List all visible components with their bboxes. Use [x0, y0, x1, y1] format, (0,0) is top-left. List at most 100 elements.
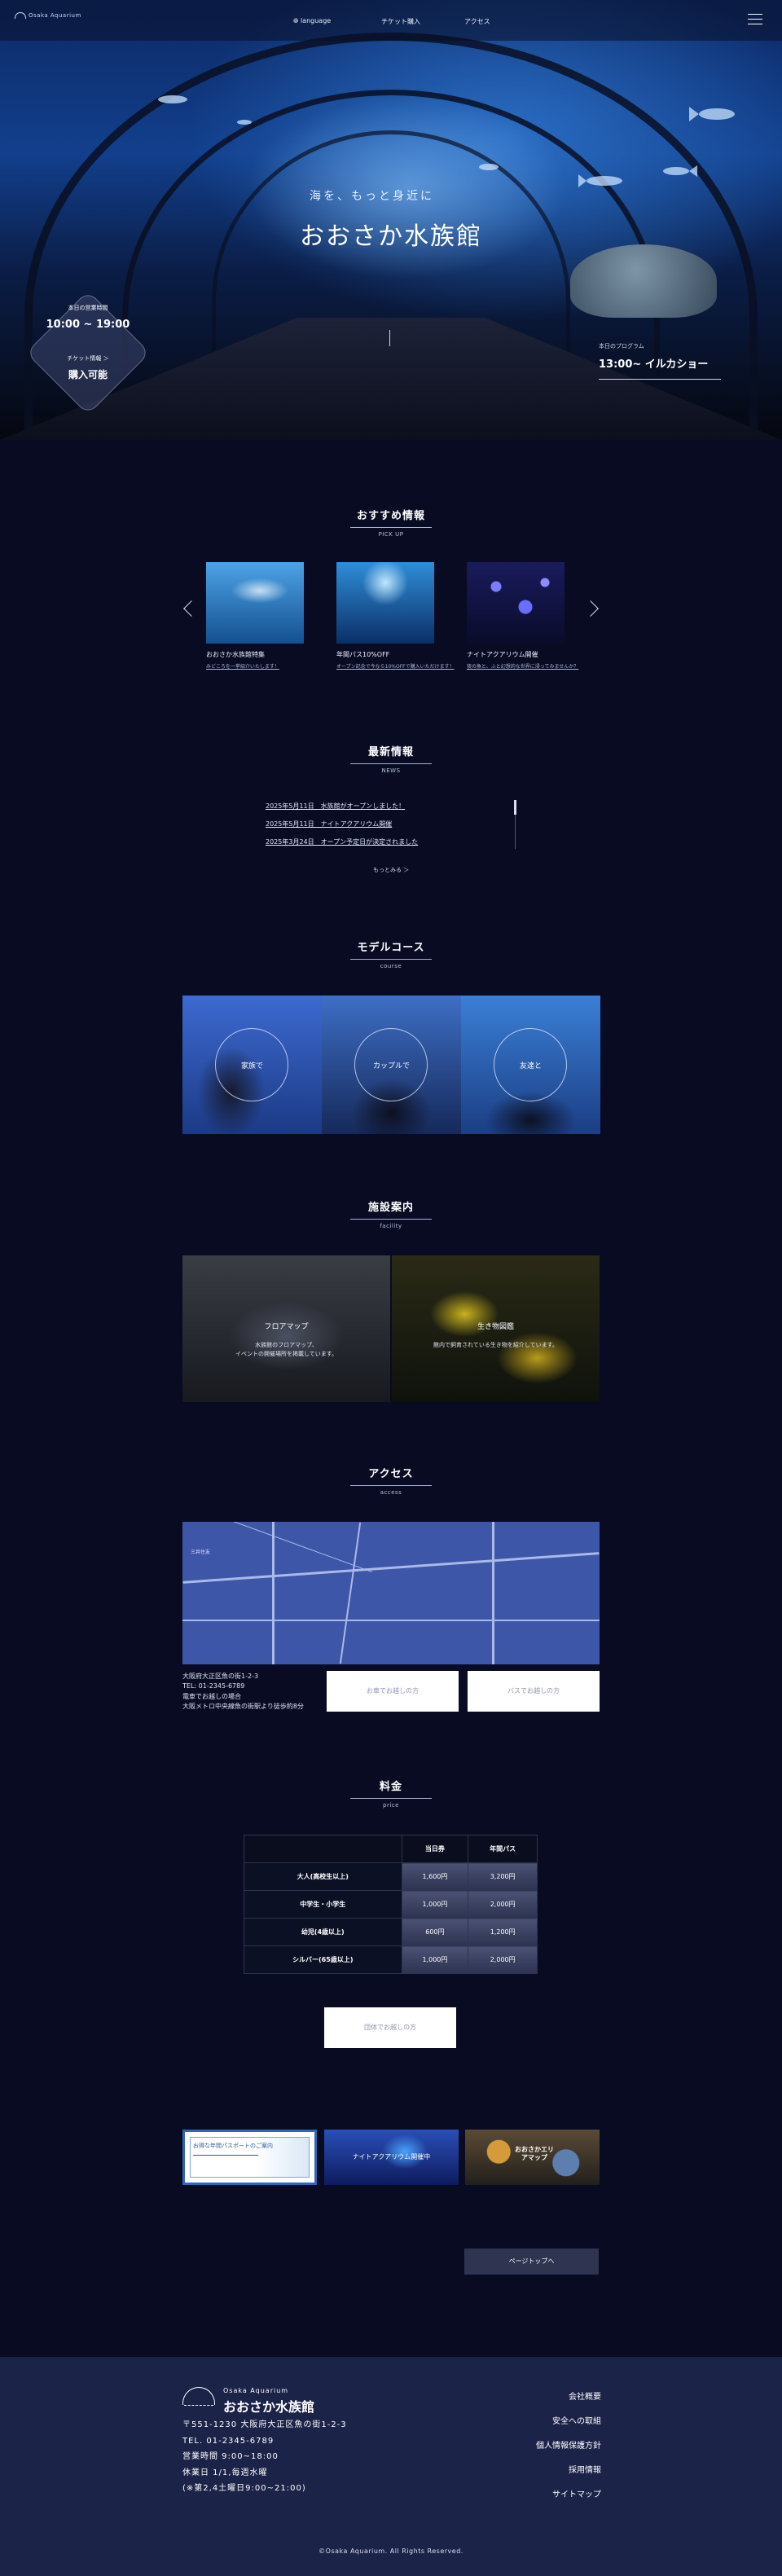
program-value: 13:00~ イルカショー — [599, 358, 709, 371]
pickup-card[interactable]: ナイトアクアリウム開催 夜の魚と、ふと幻想的な世界に浸ってみませんか？ — [467, 562, 579, 670]
news-scrollbar[interactable] — [514, 800, 516, 849]
heading-underline — [350, 959, 432, 960]
banner-text: おおさかエリアマップ — [515, 2146, 554, 2162]
table-header-row: 当日券 年間パス — [244, 1835, 538, 1863]
access-map[interactable]: 三井住友 — [182, 1522, 600, 1664]
facility-card-title: フロアマップ — [264, 1323, 309, 1331]
map-road — [492, 1522, 494, 1664]
table-header: 年間パス — [468, 1835, 538, 1863]
course-card-couple[interactable]: カップルで — [322, 996, 461, 1134]
course-card-friends[interactable]: 友達と — [461, 996, 600, 1134]
program-label: 本日のプログラム — [599, 343, 644, 349]
table-header: 当日券 — [401, 1835, 469, 1863]
price-heading: 料金 price — [310, 1778, 472, 1809]
address-tel: TEL: 01-2345-6789 — [182, 1682, 245, 1690]
facility-card-encyclopedia[interactable]: 生き物図鑑 館内で飼育されている生き物を紹介しています。 — [392, 1255, 600, 1402]
pickup-image-jellyfish — [467, 562, 565, 644]
row-label: 幼児(4歳以上) — [244, 1918, 402, 1946]
carousel-next-icon[interactable] — [582, 600, 599, 617]
group-visit-button[interactable]: 団体でお越しの方 — [324, 2007, 456, 2048]
course-heading: モデルコース course — [310, 939, 472, 969]
facility-heading: 施設案内 facility — [310, 1198, 472, 1229]
pickup-card[interactable]: おおさか水族館特集 みどころを一挙紹介いたします！ — [206, 562, 304, 670]
hero-title: おおさか水族館 — [300, 222, 482, 251]
ticket-link[interactable]: チケット情報 ＞ — [23, 354, 153, 363]
footer-link-privacy[interactable]: 個人情報保護方針 — [536, 2438, 601, 2451]
info-diamond[interactable]: 本日の営業時間 10:00 ~ 19:00 チケット情報 ＞ 購入可能 — [23, 288, 153, 418]
carousel-prev-icon[interactable] — [183, 600, 200, 617]
price-cell: 600円 — [401, 1918, 469, 1946]
hero-visual: 海を、もっと身近に おおさか水族館 本日の営業時間 10:00 ~ 19:00 … — [0, 0, 782, 440]
footer-link-sitemap[interactable]: サイトマップ — [552, 2487, 601, 2499]
pickup-card-sub: みどころを一挙紹介いたします！ — [206, 664, 279, 670]
hamburger-menu-icon[interactable] — [748, 14, 762, 25]
by-bus-button[interactable]: バスでお越しの方 — [468, 1671, 600, 1712]
pickup-card[interactable]: 年間パス10%OFF オープン記念で今なら10%OFFで購入いただけます！ — [336, 562, 455, 670]
address-train-label: 電車でお越しの場合 — [182, 1692, 241, 1700]
course-label: 家族で — [240, 1062, 263, 1070]
logo-text: Osaka Aquarium — [29, 12, 81, 19]
news-item[interactable]: 2025年5月11日 ナイトアクアリウム開催 — [266, 820, 392, 829]
program-underline — [599, 379, 721, 380]
map-road — [339, 1522, 362, 1664]
scrollbar-thumb[interactable] — [514, 800, 516, 815]
copyright: ©Osaka Aquarium. All Rights Reserved. — [319, 2547, 463, 2555]
pickup-card-title: ナイトアクアリウム開催 — [467, 651, 538, 658]
news-item[interactable]: 2025年3月24日 オープン予定日が決定されました — [266, 837, 418, 846]
price-cell: 1,600円 — [401, 1862, 469, 1891]
nav-language[interactable]: 🌐︎ language — [293, 17, 331, 25]
heading-underline — [350, 1219, 432, 1220]
nav-language-label: language — [300, 17, 332, 24]
price-cell: 2,000円 — [468, 1945, 538, 1974]
row-label: 中学生・小学生 — [244, 1890, 402, 1919]
access-title: アクセス — [368, 1468, 414, 1480]
pickup-card-sub: オープン記念で今なら10%OFFで購入いただけます！ — [336, 664, 455, 670]
heading-underline — [350, 1798, 432, 1799]
footer-name: おおさか水族館 — [223, 2399, 315, 2415]
footer-tel: TEL. 01-2345-6789 — [182, 2436, 275, 2446]
footer-link-company[interactable]: 会社概要 — [569, 2389, 601, 2402]
today-program: 本日のプログラム 13:00~ イルカショー — [599, 342, 729, 380]
pickup-image-tank — [336, 562, 434, 644]
nav-ticket[interactable]: チケット購入 — [381, 17, 420, 26]
ticket-status: 購入可能 — [68, 369, 108, 380]
page-top-button[interactable]: ページトップへ — [464, 2249, 599, 2275]
globe-icon: 🌐︎ — [293, 17, 301, 24]
map-road — [188, 1522, 372, 1573]
pickup-card-sub: 夜の魚と、ふと幻想的な世界に浸ってみませんか？ — [467, 664, 579, 670]
banner-area-map[interactable]: おおさかエリアマップ — [465, 2130, 600, 2185]
banner-text: ナイトアクアリウム開催中 — [352, 2153, 431, 2161]
banner-night-aquarium[interactable]: ナイトアクアリウム開催中 — [324, 2130, 459, 2185]
hours-label: 本日の営業時間 — [68, 305, 108, 311]
news-heading: 最新情報 NEWS — [310, 743, 472, 774]
jellyfish-logo-icon — [182, 2387, 215, 2405]
access-address: 大阪府大正区魚の街1-2-3 TEL: 01-2345-6789 電車でお越しの… — [182, 1672, 304, 1712]
address-train-detail: 大阪メトロ中央線魚の街駅より徒歩約8分 — [182, 1703, 304, 1711]
footer-link-recruit[interactable]: 採用情報 — [569, 2463, 601, 2475]
price-cell: 1,000円 — [401, 1890, 469, 1919]
hours-value: 10:00 ~ 19:00 — [46, 319, 130, 331]
heading-underline — [350, 763, 432, 764]
price-cell: 3,200円 — [468, 1862, 538, 1891]
footer-hours: 営業時間 9:00~18:00 — [182, 2452, 279, 2461]
pickup-heading: おすすめ情報 PICK UP — [310, 507, 472, 538]
scroll-indicator — [389, 330, 390, 346]
news-item[interactable]: 2025年5月11日 水族館がオープンしました！ — [266, 802, 405, 811]
footer-link-safety[interactable]: 安全への取組 — [552, 2414, 601, 2426]
banner-text: お得な年間パスポートのご案内 — [193, 2143, 273, 2149]
course-card-family[interactable]: 家族で — [182, 996, 322, 1134]
facility-sub: facility — [380, 1223, 402, 1229]
facility-card-floormap[interactable]: フロアマップ 水族館のフロアマップ、 イベントの開催場所を掲載しています。 — [182, 1255, 390, 1402]
by-car-button[interactable]: お車でお越しの方 — [327, 1671, 459, 1712]
price-cell: 1,200円 — [468, 1918, 538, 1946]
footer-info: Osaka Aquarium おおさか水族館 〒551-1230 大阪府大正区魚… — [182, 2387, 347, 2497]
news-title: 最新情報 — [367, 746, 414, 758]
banner-annual-pass[interactable]: お得な年間パスポートのご案内 — [182, 2130, 317, 2185]
site-logo[interactable]: Osaka Aquarium — [15, 12, 81, 19]
news-more-link[interactable]: もっとみる ＞ — [373, 866, 409, 874]
table-row: 大人(高校生以上) 1,600円 3,200円 — [244, 1862, 538, 1891]
price-table: 当日券 年間パス 大人(高校生以上) 1,600円 3,200円 中学生・小学生… — [244, 1835, 538, 1974]
row-label: 大人(高校生以上) — [244, 1862, 402, 1891]
footer-address: 〒551-1230 大阪府大正区魚の街1-2-3 — [182, 2420, 347, 2429]
nav-access[interactable]: アクセス — [464, 17, 490, 26]
